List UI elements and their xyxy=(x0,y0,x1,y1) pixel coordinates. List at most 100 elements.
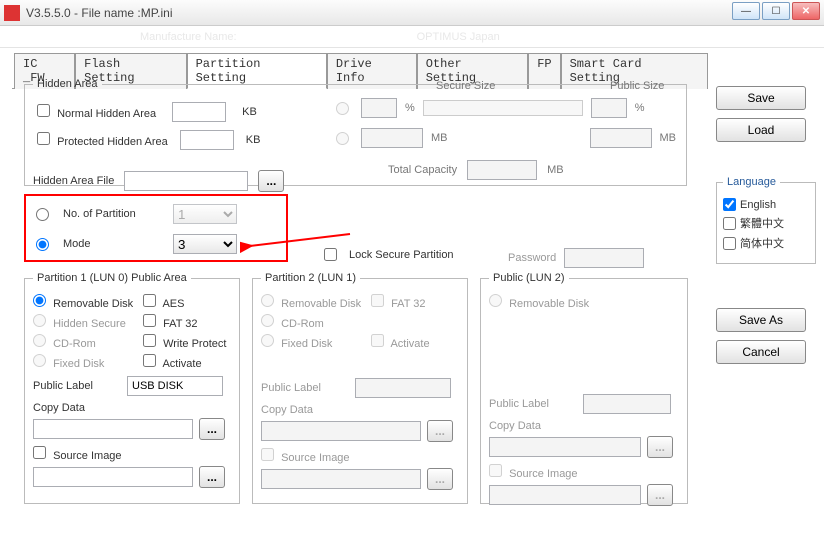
secure-mb-input xyxy=(361,128,423,148)
p1-cdrom-radio: CD-Rom xyxy=(33,334,141,350)
kb-label-2: KB xyxy=(246,134,261,146)
p3-public-label-input xyxy=(583,394,671,414)
p2-copydata-label: Copy Data xyxy=(261,404,313,416)
save-as-button[interactable]: Save As xyxy=(716,308,806,332)
partition-1-legend: Partition 1 (LUN 0) Public Area xyxy=(33,272,191,284)
p3-copydata-browse: ... xyxy=(647,436,673,458)
password-label: Password xyxy=(508,252,556,264)
kb-label: KB xyxy=(242,106,257,118)
partition-2-group: Partition 2 (LUN 1) Removable Disk FAT 3… xyxy=(252,272,468,504)
protected-hidden-size-input[interactable] xyxy=(180,130,234,150)
p1-source-checkbox[interactable]: Source Image xyxy=(33,446,122,462)
normal-hidden-checkbox[interactable]: Normal Hidden Area xyxy=(37,104,156,120)
p1-public-label: Public Label xyxy=(33,380,119,392)
p2-public-label-input xyxy=(355,378,451,398)
cancel-button[interactable]: Cancel xyxy=(716,340,806,364)
load-button[interactable]: Load xyxy=(716,118,806,142)
ghost-bar: Manufacture Name: OPTIMUS Japan xyxy=(0,26,824,48)
minimize-button[interactable] xyxy=(732,2,760,20)
p3-source-browse: ... xyxy=(647,484,673,506)
p3-source-checkbox: Source Image xyxy=(489,464,578,480)
secure-size-label: Secure Size xyxy=(436,80,495,92)
p2-activate-checkbox: Activate xyxy=(371,334,459,350)
p1-activate-checkbox[interactable]: Activate xyxy=(143,354,231,370)
p1-copydata-label: Copy Data xyxy=(33,402,85,414)
hidden-file-input[interactable] xyxy=(124,171,248,191)
p3-copydata-label: Copy Data xyxy=(489,420,541,432)
p1-aes-checkbox[interactable]: AES xyxy=(143,294,231,310)
maximize-button[interactable] xyxy=(762,2,790,20)
p2-source-input xyxy=(261,469,421,489)
public-mb-input xyxy=(590,128,652,148)
p1-copydata-input[interactable] xyxy=(33,419,193,439)
partition-1-group: Partition 1 (LUN 0) Public Area Removabl… xyxy=(24,272,240,504)
no-of-partition-select: 1 xyxy=(173,204,237,224)
p3-source-input xyxy=(489,485,641,505)
p3-copydata-input xyxy=(489,437,641,457)
p2-fixed-radio: Fixed Disk xyxy=(261,334,369,350)
public-size-label: Public Size xyxy=(610,80,664,92)
mb-label-2: MB xyxy=(660,132,677,144)
secure-pct-input xyxy=(361,98,397,118)
p2-source-browse: ... xyxy=(427,468,453,490)
lang-tc-checkbox[interactable]: 繁體中文 xyxy=(723,215,809,231)
ghost-label-a: Manufacture Name: xyxy=(140,31,237,43)
p2-public-label: Public Label xyxy=(261,382,347,394)
language-group: Language English 繁體中文 简体中文 xyxy=(716,176,816,264)
total-capacity-input xyxy=(467,160,537,180)
public-pct-input xyxy=(591,98,627,118)
p2-cdrom-radio: CD-Rom xyxy=(261,314,369,330)
no-of-partition-label: No. of Partition xyxy=(63,208,163,220)
p1-source-input[interactable] xyxy=(33,467,193,487)
window-title: V3.5.5.0 - File name :MP.ini xyxy=(26,6,173,20)
p1-fixed-radio: Fixed Disk xyxy=(33,354,141,370)
total-capacity-label: Total Capacity xyxy=(388,164,457,176)
p1-removable-radio[interactable]: Removable Disk xyxy=(33,294,141,310)
size-mb-radio xyxy=(336,132,349,145)
close-button[interactable] xyxy=(792,2,820,20)
lang-english-checkbox[interactable]: English xyxy=(723,198,809,211)
mb-label-3: MB xyxy=(547,164,564,176)
lock-secure-checkbox[interactable] xyxy=(324,248,337,261)
no-of-partition-radio[interactable] xyxy=(36,208,49,221)
p3-public-label: Public Label xyxy=(489,398,575,410)
hidden-file-label: Hidden Area File xyxy=(33,175,114,187)
mode-select[interactable]: 3 xyxy=(173,234,237,254)
lock-secure-label: Lock Secure Partition xyxy=(349,249,454,261)
language-legend: Language xyxy=(723,176,780,188)
p2-source-checkbox: Source Image xyxy=(261,448,350,464)
size-pct-radio xyxy=(336,102,349,115)
p1-hidden-radio: Hidden Secure xyxy=(33,314,141,330)
size-slider xyxy=(423,100,583,116)
sizes-area: Secure Size Public Size % % MB MB Total … xyxy=(336,80,686,180)
normal-hidden-size-input[interactable] xyxy=(172,102,226,122)
p1-writeprotect-checkbox[interactable]: Write Protect xyxy=(143,334,231,350)
p2-fat32-checkbox: FAT 32 xyxy=(371,294,459,310)
p1-source-browse[interactable]: ... xyxy=(199,466,225,488)
save-button[interactable]: Save xyxy=(716,86,806,110)
p1-fat32-checkbox[interactable]: FAT 32 xyxy=(143,314,231,330)
public-lun2-group: Public (LUN 2) Removable Disk Public Lab… xyxy=(480,272,688,504)
mb-label: MB xyxy=(431,132,448,144)
p2-copydata-browse: ... xyxy=(427,420,453,442)
mode-radio[interactable] xyxy=(36,238,49,251)
password-input xyxy=(564,248,644,268)
app-icon xyxy=(4,5,20,21)
side-panel: Save Load Language English 繁體中文 简体中文 Sav… xyxy=(716,48,824,540)
lang-sc-checkbox[interactable]: 简体中文 xyxy=(723,235,809,251)
pct-label-2: % xyxy=(635,102,645,114)
p2-removable-radio: Removable Disk xyxy=(261,294,369,310)
p1-copydata-browse[interactable]: ... xyxy=(199,418,225,440)
titlebar: V3.5.5.0 - File name :MP.ini xyxy=(0,0,824,26)
window-buttons xyxy=(732,2,820,20)
mode-label: Mode xyxy=(63,238,163,250)
partition-2-legend: Partition 2 (LUN 1) xyxy=(261,272,360,284)
p2-copydata-input xyxy=(261,421,421,441)
p1-public-label-input[interactable] xyxy=(127,376,223,396)
p3-removable-radio: Removable Disk xyxy=(489,294,597,310)
pct-label: % xyxy=(405,102,415,114)
hidden-file-browse-button[interactable]: ... xyxy=(258,170,284,192)
public-lun2-legend: Public (LUN 2) xyxy=(489,272,569,284)
protected-hidden-checkbox[interactable]: Protected Hidden Area xyxy=(37,132,168,148)
ghost-label-b: OPTIMUS Japan xyxy=(417,31,500,43)
